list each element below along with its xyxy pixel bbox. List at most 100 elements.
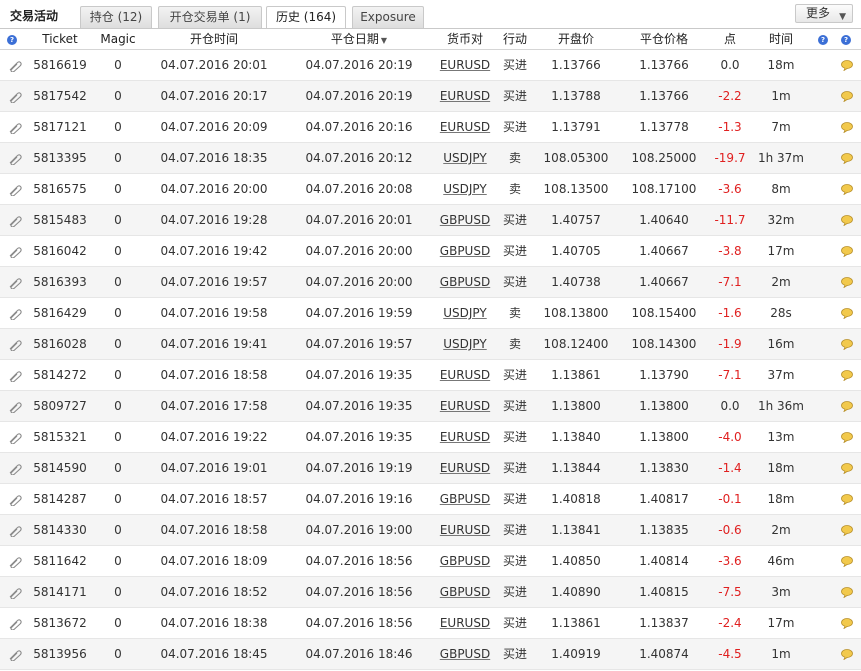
tab-pending-orders[interactable]: 开仓交易单 (1) bbox=[158, 6, 262, 28]
paperclip-icon[interactable] bbox=[8, 463, 22, 476]
paperclip-icon[interactable] bbox=[8, 122, 22, 135]
header-open-price[interactable]: 开盘价 bbox=[540, 29, 612, 50]
cell-symbol[interactable]: EURUSD bbox=[436, 360, 494, 391]
table-row[interactable]: 5816429 0 04.07.2016 19:58 04.07.2016 19:59… bbox=[0, 298, 861, 329]
speech-bubble-icon[interactable] bbox=[841, 463, 853, 475]
help-icon[interactable]: ? bbox=[815, 29, 831, 50]
cell-symbol[interactable]: EURUSD bbox=[436, 112, 494, 143]
table-row[interactable]: 5813672 0 04.07.2016 18:38 04.07.2016 18:56… bbox=[0, 608, 861, 639]
table-row[interactable]: 5809727 0 04.07.2016 17:58 04.07.2016 19:35… bbox=[0, 391, 861, 422]
cell-symbol[interactable]: GBPUSD bbox=[436, 546, 494, 577]
paperclip-icon[interactable] bbox=[8, 153, 22, 166]
paperclip-icon[interactable] bbox=[8, 401, 22, 414]
paperclip-icon[interactable] bbox=[8, 215, 22, 228]
paperclip-icon[interactable] bbox=[8, 370, 22, 383]
cell-symbol[interactable]: USDJPY bbox=[436, 298, 494, 329]
paperclip-icon[interactable] bbox=[8, 91, 22, 104]
table-row[interactable]: 5816042 0 04.07.2016 19:42 04.07.2016 20:00… bbox=[0, 236, 861, 267]
paperclip-icon[interactable] bbox=[8, 556, 22, 569]
speech-bubble-icon[interactable] bbox=[841, 277, 853, 289]
speech-bubble-icon[interactable] bbox=[841, 649, 853, 661]
cell-symbol[interactable]: USDJPY bbox=[436, 329, 494, 360]
table-row[interactable]: 5814590 0 04.07.2016 19:01 04.07.2016 19:19… bbox=[0, 453, 861, 484]
speech-bubble-icon[interactable] bbox=[841, 60, 853, 72]
cell-symbol[interactable]: GBPUSD bbox=[436, 205, 494, 236]
paperclip-icon[interactable] bbox=[8, 60, 22, 73]
table-row[interactable]: 5816575 0 04.07.2016 20:00 04.07.2016 20:08… bbox=[0, 174, 861, 205]
speech-bubble-icon[interactable] bbox=[841, 339, 853, 351]
speech-bubble-icon[interactable] bbox=[841, 618, 853, 630]
cell-symbol[interactable]: USDJPY bbox=[436, 174, 494, 205]
cell-symbol[interactable]: EURUSD bbox=[436, 391, 494, 422]
tab-history[interactable]: 历史 (164) bbox=[266, 6, 346, 29]
paperclip-icon[interactable] bbox=[8, 587, 22, 600]
paperclip-icon[interactable] bbox=[8, 649, 22, 662]
speech-bubble-icon[interactable] bbox=[841, 215, 853, 227]
tab-positions[interactable]: 持仓 (12) bbox=[80, 6, 152, 28]
table-row[interactable]: 5814330 0 04.07.2016 18:58 04.07.2016 19:00… bbox=[0, 515, 861, 546]
cell-ticket: 5814272 bbox=[33, 368, 87, 382]
table-row[interactable]: 5817542 0 04.07.2016 20:17 04.07.2016 20:19… bbox=[0, 81, 861, 112]
speech-bubble-icon[interactable] bbox=[841, 370, 853, 382]
table-row[interactable]: 5811642 0 04.07.2016 18:09 04.07.2016 18:56… bbox=[0, 546, 861, 577]
header-action[interactable]: 行动 bbox=[496, 29, 534, 50]
header-close-price[interactable]: 平仓价格 bbox=[620, 29, 708, 50]
header-ticket[interactable]: Ticket bbox=[30, 29, 90, 50]
table-row[interactable]: 5814171 0 04.07.2016 18:52 04.07.2016 18:56… bbox=[0, 577, 861, 608]
paperclip-icon[interactable] bbox=[8, 525, 22, 538]
table-row[interactable]: 5813956 0 04.07.2016 18:45 04.07.2016 18:46… bbox=[0, 639, 861, 670]
paperclip-icon[interactable] bbox=[8, 277, 22, 290]
cell-symbol[interactable]: EURUSD bbox=[436, 515, 494, 546]
table-row[interactable]: 5816393 0 04.07.2016 19:57 04.07.2016 20:00… bbox=[0, 267, 861, 298]
cell-symbol[interactable]: EURUSD bbox=[436, 453, 494, 484]
table-row[interactable]: 5814287 0 04.07.2016 18:57 04.07.2016 19:16… bbox=[0, 484, 861, 515]
paperclip-icon[interactable] bbox=[8, 184, 22, 197]
table-row[interactable]: 5817121 0 04.07.2016 20:09 04.07.2016 20:16… bbox=[0, 112, 861, 143]
table-row[interactable]: 5813395 0 04.07.2016 18:35 04.07.2016 20:12… bbox=[0, 143, 861, 174]
speech-bubble-icon[interactable] bbox=[841, 494, 853, 506]
speech-bubble-icon[interactable] bbox=[841, 401, 853, 413]
header-duration[interactable]: 时间 bbox=[752, 29, 810, 50]
speech-bubble-icon[interactable] bbox=[841, 587, 853, 599]
tab-exposure[interactable]: Exposure bbox=[352, 6, 424, 28]
cell-symbol[interactable]: EURUSD bbox=[436, 422, 494, 453]
paperclip-icon[interactable] bbox=[8, 308, 22, 321]
table-row[interactable]: 5816028 0 04.07.2016 19:41 04.07.2016 19:57… bbox=[0, 329, 861, 360]
cell-symbol[interactable]: EURUSD bbox=[436, 81, 494, 112]
cell-symbol[interactable]: GBPUSD bbox=[436, 639, 494, 670]
table-row[interactable]: 5815321 0 04.07.2016 19:22 04.07.2016 19:35… bbox=[0, 422, 861, 453]
paperclip-icon[interactable] bbox=[8, 246, 22, 259]
header-symbol[interactable]: 货币对 bbox=[436, 29, 494, 50]
speech-bubble-icon[interactable] bbox=[841, 525, 853, 537]
table-row[interactable]: 5814272 0 04.07.2016 18:58 04.07.2016 19:35… bbox=[0, 360, 861, 391]
speech-bubble-icon[interactable] bbox=[841, 432, 853, 444]
header-magic[interactable]: Magic bbox=[90, 29, 146, 50]
speech-bubble-icon[interactable] bbox=[841, 153, 853, 165]
cell-symbol[interactable]: GBPUSD bbox=[436, 236, 494, 267]
help-icon[interactable]: ? bbox=[838, 29, 854, 50]
paperclip-icon[interactable] bbox=[8, 618, 22, 631]
speech-bubble-icon[interactable] bbox=[841, 556, 853, 568]
table-row[interactable]: 5815483 0 04.07.2016 19:28 04.07.2016 20:01… bbox=[0, 205, 861, 236]
speech-bubble-icon[interactable] bbox=[841, 91, 853, 103]
cell-symbol[interactable]: GBPUSD bbox=[436, 577, 494, 608]
paperclip-icon[interactable] bbox=[8, 432, 22, 445]
table-row[interactable]: 5816619 0 04.07.2016 20:01 04.07.2016 20:19… bbox=[0, 50, 861, 81]
speech-bubble-icon[interactable] bbox=[841, 308, 853, 320]
cell-close-price: 1.40667 bbox=[639, 275, 689, 289]
speech-bubble-icon[interactable] bbox=[841, 246, 853, 258]
header-close-date[interactable]: 平仓日期 ▼ bbox=[290, 29, 428, 50]
header-open-time[interactable]: 开仓时间 bbox=[150, 29, 278, 50]
cell-symbol[interactable]: USDJPY bbox=[436, 143, 494, 174]
paperclip-icon[interactable] bbox=[8, 494, 22, 507]
header-points[interactable]: 点 bbox=[712, 29, 748, 50]
paperclip-icon[interactable] bbox=[8, 339, 22, 352]
speech-bubble-icon[interactable] bbox=[841, 184, 853, 196]
help-icon[interactable]: ? bbox=[4, 29, 20, 50]
cell-symbol[interactable]: EURUSD bbox=[436, 608, 494, 639]
cell-symbol[interactable]: GBPUSD bbox=[436, 267, 494, 298]
cell-symbol[interactable]: GBPUSD bbox=[436, 484, 494, 515]
more-button[interactable]: 更多 ▼ bbox=[795, 4, 853, 23]
cell-symbol[interactable]: EURUSD bbox=[436, 50, 494, 81]
speech-bubble-icon[interactable] bbox=[841, 122, 853, 134]
